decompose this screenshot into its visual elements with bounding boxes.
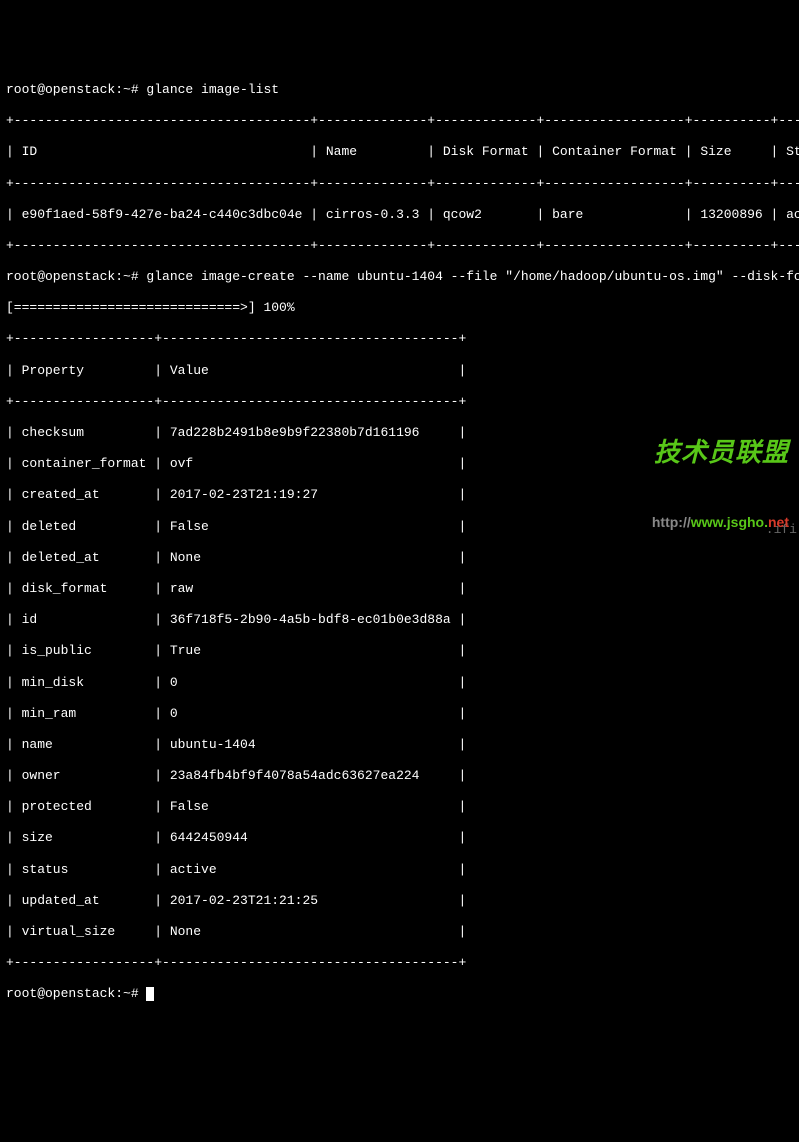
table-row: | updated_at | 2017-02-23T21:21:25 | [6,893,793,909]
watermark-title: 技术员联盟 [636,437,789,468]
table-separator: +--------------------------------------+… [6,176,793,192]
prompt-line[interactable]: root@openstack:~# [6,986,146,1001]
table-row: | is_public | True | [6,643,793,659]
table-row: | disk_format | raw | [6,581,793,597]
table-row: | name | ubuntu-1404 | [6,737,793,753]
table-row: | min_disk | 0 | [6,675,793,691]
table-row: | owner | 23a84fb4bf9f4078a54adc63627ea2… [6,768,793,784]
cursor-icon [146,987,154,1001]
table-row: | status | active | [6,862,793,878]
table-header: | ID | Name | Disk Format | Container Fo… [6,144,793,160]
table-separator: +------------------+--------------------… [6,331,793,347]
table-header: | Property | Value | [6,363,793,379]
table-separator: +--------------------------------------+… [6,113,793,129]
table-separator: +------------------+--------------------… [6,955,793,971]
prompt-line[interactable]: root@openstack:~# glance image-list [6,82,793,98]
table-row: | size | 6442450944 | [6,830,793,846]
table-separator: +--------------------------------------+… [6,238,793,254]
table-row: | id | 36f718f5-2b90-4a5b-bdf8-ec01b0e3d… [6,612,793,628]
table-row: | virtual_size | None | [6,924,793,940]
table-row: | protected | False | [6,799,793,815]
progress-bar: [=============================>] 100% [6,300,793,316]
table-row: | min_ram | 0 | [6,706,793,722]
watermark: 技术员联盟 http://www.jsgho.net [636,405,789,563]
watermark-url: http://www.jsgho.net [636,497,789,547]
prompt-line[interactable]: root@openstack:~# glance image-create --… [6,269,793,285]
table-row: | e90f1aed-58f9-427e-ba24-c440c3dbc04e |… [6,207,793,223]
